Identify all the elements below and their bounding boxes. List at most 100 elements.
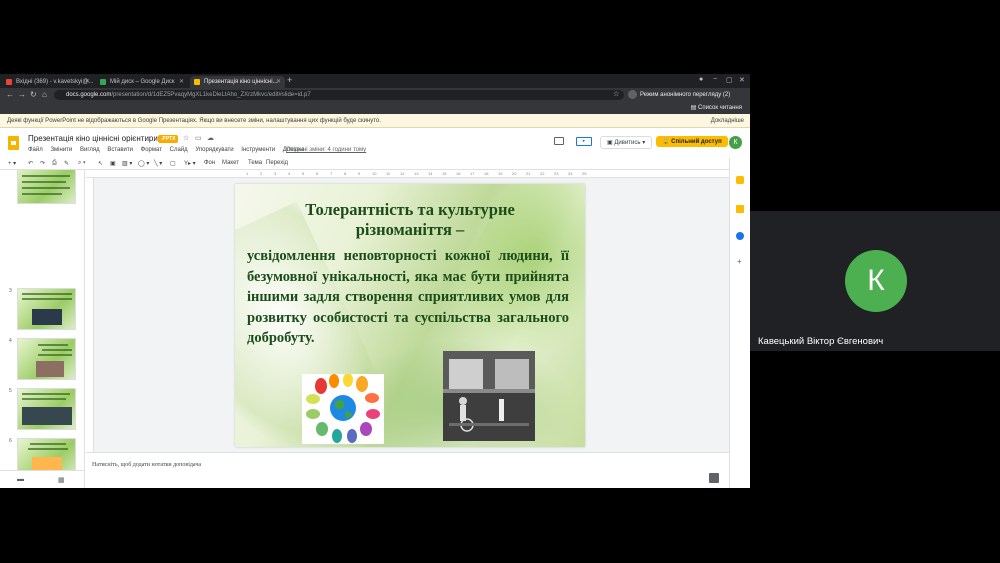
tab-drive[interactable]: Мій диск – Google Диск ✕ [96,76,188,88]
menu-format[interactable]: Формат [141,147,162,153]
view-button[interactable]: ▣ Дивитись ▾ [600,136,653,149]
reading-list-button[interactable]: ▤ Список читання [691,104,742,111]
slide-thumbnail[interactable] [17,170,76,204]
slide-thumbnail[interactable] [17,288,76,330]
explore-icon[interactable] [709,473,719,483]
ruler-tick: 6 [316,171,319,176]
tab-label: Презентація кіно ціннісні... [204,79,278,85]
view-button-label: Дивитись [614,140,641,146]
menu-arrange[interactable]: Упорядкувати [195,147,233,153]
shape-icon[interactable]: ◯ ▾ [138,160,149,167]
theater-photo[interactable] [443,351,535,441]
ruler-tick: 21 [526,171,531,176]
menu-edit[interactable]: Змінити [50,147,72,153]
ruler-tick: 10 [372,171,377,176]
maximize-icon[interactable]: ▢ [726,76,733,84]
close-icon[interactable]: ✕ [85,76,90,88]
speaker-notes-placeholder: Натисніть, щоб додати нотатки доповідача [92,462,202,468]
share-button[interactable]: 🔒 Спільний доступ [656,136,728,147]
side-panel: + [729,158,750,488]
keep-icon[interactable] [736,176,744,184]
ruler-tick: 25 [582,171,587,176]
input-tools-icon[interactable]: Y▸ ▾ [184,160,196,167]
image-icon[interactable]: ▨ ▾ [122,160,132,167]
slide-title-line: різноманіття – [355,220,465,239]
slide-thumbnail[interactable] [17,438,76,470]
incognito-indicator[interactable]: Режим анонімного перегляду (2) [628,90,730,100]
bookmarks-bar: ▤ Список читання [0,102,750,114]
redo-icon[interactable]: ↷ [40,160,45,167]
transition-button[interactable]: Перехід [266,160,288,166]
extension-icon[interactable]: ● [699,76,703,83]
address-bar: ← → ↻ ⌂ docs.google.com/presentation/d/1… [0,88,750,102]
menu-insert[interactable]: Вставити [107,147,133,153]
close-window-icon[interactable]: ✕ [739,76,745,84]
tab-slides[interactable]: Презентація кіно ціннісні... ✕ [190,76,285,88]
layout-button[interactable]: Макет [222,160,239,166]
background-button[interactable]: Фон [204,160,215,166]
participant-tile: К Кавецький Віктор Євгенович [750,211,1000,351]
current-slide[interactable]: Толерантність та культурне різноманіття … [235,184,585,447]
comment-add-icon[interactable]: ▢ [170,160,176,167]
add-addon-icon[interactable]: + [737,257,742,266]
slide-body-text[interactable]: усвідомлення неповторності кожної людини… [247,246,569,349]
speaker-notes[interactable]: Натисніть, щоб додати нотатки доповідача [86,452,729,488]
comments-icon[interactable] [554,137,564,145]
slide-thumbnail[interactable] [17,388,76,430]
hands-globe-image[interactable] [302,373,384,444]
reload-icon[interactable]: ↻ [30,90,37,99]
home-icon[interactable]: ⌂ [42,90,47,99]
zoom-icon[interactable]: ⌕ ▾ [78,160,86,167]
tab-gmail[interactable]: Вхідні (369) - v.kavetskyi@... ✕ [2,76,94,88]
doc-title[interactable]: Презентація кіно ціннісні орієнтири 21 [28,134,169,143]
close-icon[interactable]: ✕ [276,76,281,88]
url-input[interactable]: docs.google.com/presentation/d/1dEZ5Pvaq… [54,90,624,100]
menu-file[interactable]: Файл [28,147,43,153]
select-icon[interactable]: ↖ [98,160,103,167]
star-icon[interactable]: ☆ [183,134,189,142]
new-slide-icon[interactable]: + ▾ [8,160,16,167]
print-icon[interactable]: ⎙ [52,160,57,167]
tab-label: Мій диск – Google Диск [110,79,175,85]
url-path: /presentation/d/1dEZ5PvaqyMgXL1keDleLtAh… [111,92,311,98]
theme-button[interactable]: Тема [248,160,262,166]
slide-number: 4 [9,338,12,344]
line-icon[interactable]: ╲ ▾ [154,160,162,167]
textbox-icon[interactable]: ▣ [110,160,116,167]
slides-logo-icon[interactable] [8,136,19,150]
ruler-tick: 24 [568,171,573,176]
calendar-icon[interactable] [736,232,744,240]
learn-more-link[interactable]: Докладніше [711,114,744,128]
slide-thumbnail[interactable] [17,338,76,380]
undo-icon[interactable]: ↶ [28,160,33,167]
thumb-text [22,187,70,189]
menu-tools[interactable]: Інструменти [241,147,275,153]
paint-format-icon[interactable]: ✎ [64,160,69,167]
gmail-icon [6,79,12,85]
forward-icon[interactable]: → [18,90,26,99]
thumb-text [22,293,72,295]
menu-view[interactable]: Вигляд [80,147,100,153]
menu-slide[interactable]: Слайд [170,147,188,153]
move-folder-icon[interactable]: ▭ [195,134,202,142]
user-avatar[interactable]: К [729,136,742,149]
ruler-tick: 17 [470,171,475,176]
ruler-tick: 8 [344,171,347,176]
bookmark-star-icon[interactable]: ☆ [613,90,619,98]
incognito-label: Режим анонімного перегляду (2) [640,92,731,99]
new-tab-icon[interactable]: + [287,75,292,85]
minimize-icon[interactable]: − [713,76,717,83]
tasks-icon[interactable] [736,205,744,213]
ruler-tick: 5 [302,171,305,176]
last-edit-link[interactable]: Останні зміни: 4 години тому [286,147,366,153]
grid-view-icon[interactable]: ▦ [58,476,65,484]
thumb-image [22,407,72,425]
back-icon[interactable]: ← [6,90,14,99]
browser-window: Вхідні (369) - v.kavetskyi@... ✕ Мій дис… [0,74,750,488]
url-host: docs.google.com [66,92,112,98]
slide-title[interactable]: Толерантність та культурне різноманіття … [235,200,585,240]
list-view-icon[interactable]: ▬ [17,476,24,483]
thumb-image [32,457,62,470]
present-mode-icon[interactable]: ▸ [576,137,592,146]
close-icon[interactable]: ✕ [179,76,184,88]
